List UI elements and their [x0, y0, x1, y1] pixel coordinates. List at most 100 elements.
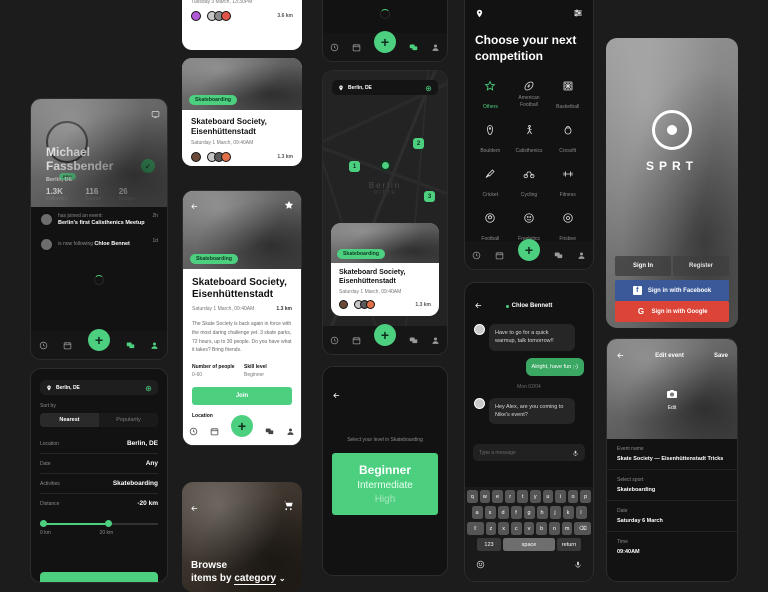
add-button[interactable]: + [518, 239, 540, 261]
google-sign-in-button[interactable]: G Sign in with Google [615, 301, 729, 322]
event-card-skateboard[interactable]: Skateboarding Skateboard Society, Eisenh… [182, 58, 302, 166]
key[interactable]: j [549, 506, 561, 519]
sport-item-others[interactable]: Others [471, 80, 510, 113]
feed-item[interactable]: is now following Chloe Bennet 1d [31, 232, 167, 257]
save-button[interactable]: Save [714, 353, 728, 359]
feed-item[interactable]: has joined an event: Berlin's first Cali… [31, 207, 167, 232]
chat-icon[interactable] [554, 251, 563, 260]
level-option-beginner[interactable]: Beginner [332, 463, 438, 477]
slider-knob-max[interactable] [104, 520, 112, 527]
category-link[interactable]: category [234, 572, 277, 585]
key[interactable]: g [523, 506, 535, 519]
profile-icon[interactable] [431, 43, 440, 52]
key[interactable]: b [536, 522, 548, 535]
calendar-icon[interactable] [63, 341, 72, 350]
shopping-cart-icon[interactable] [283, 498, 294, 516]
key[interactable]: a [471, 506, 483, 519]
chat-icon[interactable] [126, 341, 135, 350]
level-picker[interactable]: Beginner Intermediate High [332, 453, 438, 515]
key[interactable]: s [484, 506, 496, 519]
calendar-icon[interactable] [352, 43, 361, 52]
profile-icon[interactable] [150, 341, 159, 350]
history-icon[interactable] [472, 251, 481, 260]
map-pin-2[interactable]: 2 [413, 138, 424, 149]
sport-item-american-football[interactable]: American Football [510, 80, 549, 113]
back-arrow-icon[interactable] [190, 500, 199, 518]
location-search-field[interactable]: Berlin, DE [40, 380, 158, 395]
return-key[interactable]: return [557, 538, 581, 551]
edit-field-time[interactable]: Time 09:40AM [607, 531, 737, 562]
key[interactable]: k [562, 506, 574, 519]
back-arrow-icon[interactable] [332, 387, 341, 405]
chat-icon[interactable] [409, 336, 418, 345]
add-button[interactable]: + [231, 415, 253, 437]
key[interactable]: i [555, 490, 566, 503]
microphone-icon[interactable] [574, 556, 582, 574]
key[interactable]: u [542, 490, 554, 503]
filter-row-activities[interactable]: Activities Skateboarding [40, 474, 158, 494]
key[interactable]: f [510, 506, 522, 519]
sort-option-popularity[interactable]: Popularity [99, 413, 158, 427]
history-icon[interactable] [39, 341, 48, 350]
apply-filters-button[interactable] [40, 572, 158, 582]
map-pin-3[interactable]: 3 [424, 191, 435, 202]
key[interactable]: v [523, 522, 535, 535]
key[interactable]: n [549, 522, 560, 535]
calendar-icon[interactable] [210, 427, 219, 436]
join-button[interactable]: Join [192, 387, 292, 405]
locate-me-icon[interactable] [145, 379, 152, 397]
sign-in-tab[interactable]: Sign In [615, 256, 671, 276]
calendar-icon[interactable] [495, 251, 504, 260]
add-button[interactable]: + [87, 329, 110, 351]
back-arrow-icon[interactable] [190, 198, 199, 216]
history-icon[interactable] [189, 427, 198, 436]
sport-item-cycling[interactable]: Cycling [510, 168, 549, 201]
key[interactable]: m [561, 522, 573, 535]
key[interactable]: t [517, 490, 528, 503]
sort-option-nearest[interactable]: Nearest [40, 413, 99, 427]
level-option-intermediate[interactable]: Intermediate [332, 480, 438, 491]
star-icon[interactable] [284, 197, 294, 215]
filter-row-location[interactable]: Location Berlin, DE [40, 434, 158, 454]
profile-icon[interactable] [286, 427, 295, 436]
edit-field-sport[interactable]: Select sport Skateboarding [607, 469, 737, 500]
sport-item-cricket[interactable]: Cricket [471, 168, 510, 201]
filter-sliders-icon[interactable] [573, 5, 583, 23]
map-search-field[interactable]: Berlin, DE [332, 80, 438, 95]
slider-knob-min[interactable] [40, 520, 47, 527]
key[interactable]: o [567, 490, 579, 503]
key[interactable]: x [498, 522, 509, 535]
sport-item-basketball[interactable]: Basketball [548, 80, 587, 113]
key[interactable]: r [504, 490, 516, 503]
map-event-card[interactable]: Skateboarding Skateboard Society, Eisenh… [331, 223, 439, 316]
numbers-key[interactable]: 123 [477, 538, 501, 551]
key[interactable]: w [479, 490, 491, 503]
message-input[interactable]: Type a message [473, 444, 585, 461]
shift-key[interactable]: ⇧ [467, 522, 484, 535]
register-tab[interactable]: Register [673, 256, 729, 276]
history-icon[interactable] [330, 336, 339, 345]
microphone-icon[interactable] [572, 444, 579, 462]
change-photo-button[interactable]: Edit [666, 387, 678, 411]
key[interactable]: z [485, 522, 497, 535]
calendar-icon[interactable] [352, 336, 361, 345]
backspace-key[interactable]: ⌫ [574, 522, 592, 535]
emoji-icon[interactable] [476, 556, 485, 574]
back-arrow-icon[interactable] [616, 347, 625, 365]
badges-icon[interactable] [151, 106, 160, 124]
sport-item-fitness[interactable]: Fitness [548, 168, 587, 201]
edit-field-date[interactable]: Date Saturday 6 March [607, 500, 737, 531]
level-option-high[interactable]: High [332, 494, 438, 505]
sport-item-calisthenics[interactable]: Calisthenics [510, 124, 549, 157]
add-button[interactable]: + [373, 324, 396, 346]
location-pin-icon[interactable] [475, 5, 484, 23]
distance-slider[interactable] [40, 520, 158, 528]
map-pin-1[interactable]: 1 [349, 161, 360, 172]
sport-item-bouldern[interactable]: Bouldern [471, 124, 510, 157]
back-arrow-icon[interactable] [474, 297, 483, 315]
key[interactable]: p [580, 490, 591, 503]
key[interactable]: h [536, 506, 548, 519]
chevron-down-icon[interactable]: ⌄ [279, 574, 286, 583]
edit-field-event-name[interactable]: Event name Skate Society — Eisenhüttenst… [607, 439, 737, 469]
key[interactable]: y [530, 490, 541, 503]
